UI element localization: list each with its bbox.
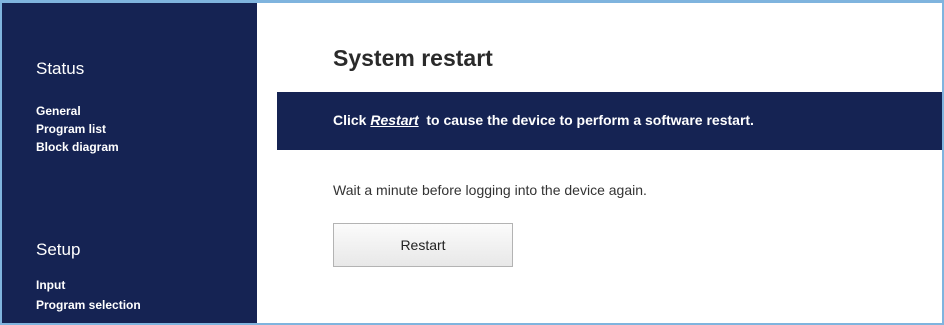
sidebar-item-block-diagram[interactable]: Block diagram: [36, 140, 119, 154]
info-banner: Click Restart to cause the device to per…: [277, 92, 942, 150]
sidebar-item-program-selection[interactable]: Program selection: [36, 298, 141, 312]
info-text: Click Restart to cause the device to per…: [333, 112, 754, 128]
restart-link[interactable]: Restart: [370, 112, 418, 128]
sidebar-item-program-list[interactable]: Program list: [36, 122, 106, 136]
restart-button[interactable]: Restart: [333, 223, 513, 267]
sidebar-item-general[interactable]: General: [36, 104, 81, 118]
sidebar-section-status: Status: [36, 59, 85, 78]
info-suffix: to cause the device to perform a softwar…: [418, 112, 754, 128]
window-frame: Status General Program list Block diagra…: [0, 0, 944, 325]
page-title: System restart: [333, 45, 493, 71]
sidebar-item-input[interactable]: Input: [36, 278, 65, 292]
info-prefix: Click: [333, 112, 371, 128]
restart-description: Wait a minute before logging into the de…: [333, 182, 647, 198]
sidebar: Status General Program list Block diagra…: [2, 3, 257, 323]
main-content: System restart Click Restart to cause th…: [257, 3, 942, 323]
sidebar-section-setup: Setup: [36, 240, 81, 259]
